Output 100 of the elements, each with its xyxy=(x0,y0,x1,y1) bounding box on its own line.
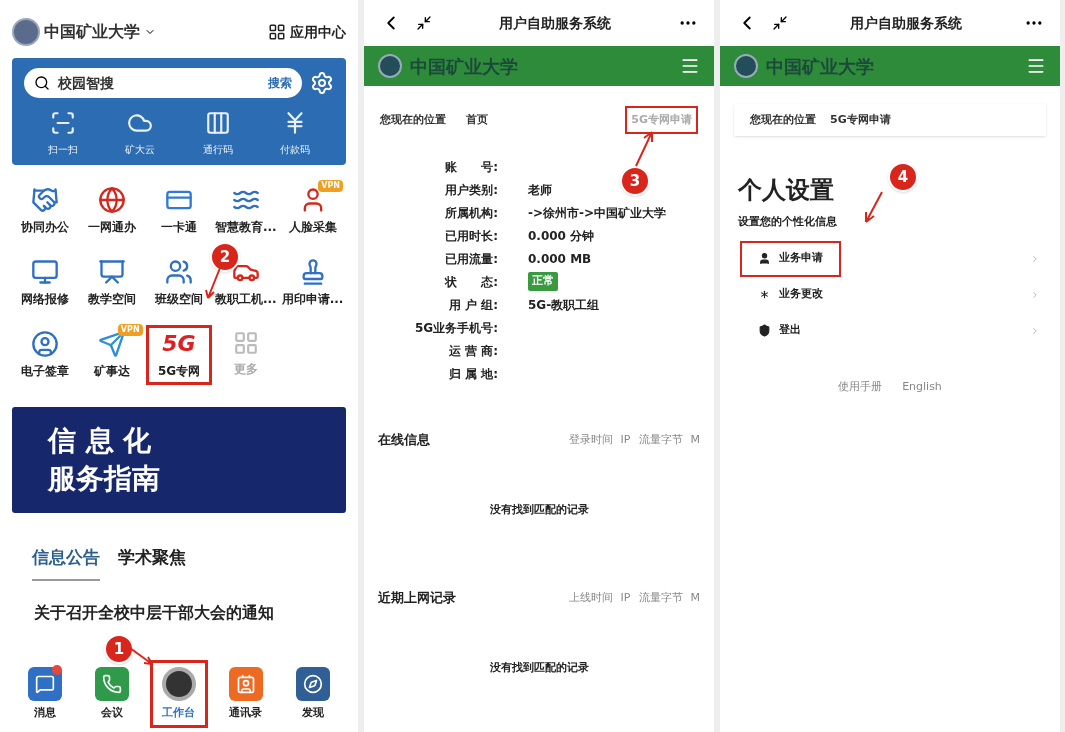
university-logo-text: 中国矿业大学 xyxy=(410,54,519,79)
column-header[interactable]: 上线时间 xyxy=(568,589,613,606)
monitor-icon xyxy=(31,258,60,286)
university-logo-text: 中国矿业大学 xyxy=(766,54,875,79)
breadcrumb-label: 您现在的位置 xyxy=(750,111,816,128)
settings-icon[interactable] xyxy=(310,71,334,95)
app-tile[interactable]: VPN 人脸采集 xyxy=(279,181,346,241)
footer-link[interactable]: 使用手册 xyxy=(838,378,883,395)
app-tile[interactable]: 电子签章 xyxy=(12,325,79,385)
globe-icon xyxy=(98,186,127,214)
field-value: 5G-教职工组 xyxy=(528,296,600,314)
app-center-button[interactable]: 应用中心 xyxy=(268,21,346,43)
menu-item[interactable]: 业务更改 xyxy=(740,276,1040,313)
scan-icon xyxy=(49,110,76,136)
app-tile[interactable]: 网络报修 xyxy=(12,253,79,313)
column-header[interactable]: M xyxy=(690,431,700,448)
university-emblem-icon xyxy=(378,54,402,78)
field-label: 用户类别: xyxy=(444,181,498,199)
page-title: 用户自助服务系统 xyxy=(498,13,612,33)
field-label: 账 号: xyxy=(444,158,498,176)
breadcrumb-label: 您现在的位置 xyxy=(380,111,446,128)
columns-icon xyxy=(204,110,231,136)
chevron-icon xyxy=(1030,325,1040,336)
page-subheading: 设置您的个性化信息 xyxy=(738,214,838,230)
field-label: 5G业务手机号: xyxy=(414,319,498,337)
app-tile[interactable]: 用印申请... xyxy=(279,253,346,313)
app-tile[interactable]: 协同办公 xyxy=(12,181,79,241)
menu-item[interactable]: 业务申请 xyxy=(740,240,1040,277)
asterisk-icon xyxy=(758,288,771,301)
step-marker: 2 xyxy=(210,242,240,272)
column-header[interactable]: IP xyxy=(620,589,631,606)
banner-title: 服务指南 xyxy=(48,461,161,497)
app-tile[interactable]: 一卡通 xyxy=(145,181,213,241)
section-title: 近期上网记录 xyxy=(378,589,456,607)
emblem-icon xyxy=(162,666,196,701)
shrink-icon[interactable] xyxy=(416,15,432,31)
field-label: 所属机构: xyxy=(444,204,498,222)
search-link[interactable]: 搜索 xyxy=(268,74,292,92)
app-tile[interactable]: 班级空间 xyxy=(145,253,213,313)
field-label: 状 态: xyxy=(443,273,498,291)
nav-tab[interactable]: 发现 xyxy=(283,659,342,728)
compass-icon xyxy=(302,673,323,694)
search-placeholder: 校园智搜 xyxy=(58,73,115,93)
handshake-icon xyxy=(31,186,60,214)
field-value: 0.000 MB xyxy=(528,250,592,268)
news-tab[interactable]: 学术聚焦 xyxy=(118,545,186,581)
field-label: 用 户 组: xyxy=(447,296,498,314)
page-heading: 个人设置 xyxy=(738,175,834,206)
shield-icon xyxy=(758,324,771,337)
chat-icon xyxy=(35,673,56,694)
app-tile[interactable]: 5G 5G专网 xyxy=(145,325,213,385)
field-label: 运 营 商: xyxy=(447,342,498,360)
section-title: 在线信息 xyxy=(378,431,430,449)
nav-tab[interactable]: 消息 xyxy=(16,659,75,728)
field-label: 归 属 地: xyxy=(447,365,498,383)
quick-action[interactable]: 付款码 xyxy=(256,110,334,157)
search-field[interactable]: 校园智搜 搜索 xyxy=(24,68,302,98)
quick-action[interactable]: 矿大云 xyxy=(101,110,179,157)
nav-tab[interactable]: 工作台 xyxy=(149,659,209,728)
app-tile[interactable]: 智慧教育... xyxy=(212,181,280,241)
footer-link[interactable]: English xyxy=(902,378,942,395)
breadcrumb-current: 5G专网申请 xyxy=(830,111,891,128)
grid-icon xyxy=(232,330,259,356)
arrow xyxy=(128,646,154,666)
chevron-icon xyxy=(1030,289,1040,300)
search-icon xyxy=(34,75,50,91)
app-tile[interactable]: 教学空间 xyxy=(78,253,146,313)
vpn-badge: VPN xyxy=(117,324,143,336)
news-title[interactable]: 关于召开全校中层干部大会的通知 xyxy=(34,600,274,625)
column-header[interactable]: IP xyxy=(620,431,631,448)
field-label: 已用流量: xyxy=(444,250,498,268)
university-emblem-icon xyxy=(12,18,40,46)
people-icon xyxy=(165,258,193,286)
status-badge: 正常 xyxy=(528,272,558,291)
app-tile[interactable]: 一网通办 xyxy=(78,181,146,241)
step-marker: 1 xyxy=(104,634,134,664)
shrink-icon[interactable] xyxy=(772,15,788,31)
quick-action[interactable]: 通行码 xyxy=(179,110,257,157)
field-value: ->徐州市->中国矿业大学 xyxy=(528,204,667,222)
user-circle-icon xyxy=(31,330,60,358)
menu-icon[interactable] xyxy=(1026,56,1046,76)
column-header[interactable]: 流量字节 xyxy=(638,589,683,606)
paper-plane-icon xyxy=(98,330,127,358)
nav-tab[interactable]: 通讯录 xyxy=(216,659,276,728)
university-emblem-icon xyxy=(734,54,758,78)
breadcrumb-link[interactable]: 首页 xyxy=(466,111,488,129)
app-tile[interactable]: VPN 矿事达 xyxy=(78,325,146,385)
column-header[interactable]: 登录时间 xyxy=(568,431,613,448)
chevron-icon xyxy=(1030,253,1040,264)
quick-action[interactable]: 扫一扫 xyxy=(24,110,102,157)
news-tab[interactable]: 信息公告 xyxy=(32,545,100,581)
field-label: 已用时长: xyxy=(444,227,498,245)
empty-message: 没有找到匹配的记录 xyxy=(489,501,589,518)
column-header[interactable]: 流量字节 xyxy=(638,431,683,448)
empty-message: 没有找到匹配的记录 xyxy=(489,659,589,676)
column-header[interactable]: M xyxy=(690,589,700,606)
menu-icon[interactable] xyxy=(680,56,700,76)
contact-icon xyxy=(235,673,256,694)
menu-item[interactable]: 登出 xyxy=(740,312,1040,349)
phone-icon xyxy=(102,673,123,694)
